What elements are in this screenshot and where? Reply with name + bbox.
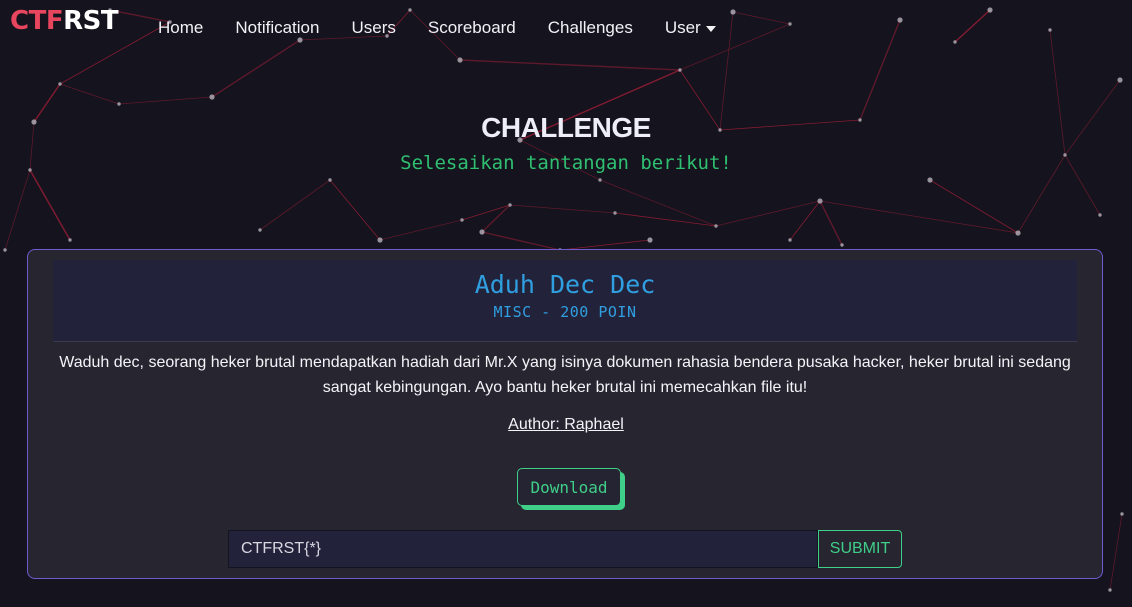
network-node [460, 218, 464, 222]
page-title: CHALLENGE [481, 112, 651, 143]
brand-logo[interactable]: CTFRST [10, 6, 119, 36]
flag-input[interactable] [228, 530, 818, 568]
challenge-card: Aduh Dec Dec MISC - 200 POIN Waduh dec, … [27, 249, 1103, 579]
download-button[interactable]: Download [517, 468, 621, 506]
network-node [457, 57, 463, 63]
caret-down-icon [705, 26, 716, 32]
page-subtitle: Selesaikan tantangan berikut! [400, 152, 732, 174]
challenge-category-points: MISC - 200 POIN [493, 303, 637, 321]
network-node [1015, 230, 1021, 236]
hero: CHALLENGE Selesaikan tantangan berikut! [0, 112, 1132, 174]
network-node [3, 248, 7, 252]
nav-scoreboard[interactable]: Scoreboard [428, 18, 516, 38]
nav-home[interactable]: Home [158, 18, 203, 38]
challenge-description: Waduh dec, seorang heker brutal mendapat… [59, 354, 1071, 396]
network-link [29, 169, 71, 241]
network-link [819, 200, 1019, 234]
network-node [68, 238, 72, 242]
network-node [377, 237, 383, 243]
nav-user-dropdown[interactable]: User [665, 18, 716, 38]
nav-users[interactable]: Users [351, 18, 395, 38]
network-link [59, 83, 120, 105]
nav-challenges[interactable]: Challenges [548, 18, 633, 38]
network-link [459, 59, 681, 71]
network-link [379, 219, 463, 241]
network-node [508, 203, 512, 207]
network-node [1120, 512, 1124, 516]
network-link [929, 179, 1019, 234]
network-node [647, 237, 653, 243]
flag-form: SUBMIT [228, 530, 902, 568]
network-link [1109, 513, 1123, 591]
network-node [714, 224, 718, 228]
network-node [598, 178, 602, 182]
network-node [788, 238, 792, 242]
network-node [1108, 588, 1112, 592]
nav-user-label: User [664, 18, 701, 37]
network-node [117, 102, 121, 106]
challenge-header: Aduh Dec Dec MISC - 200 POIN [53, 260, 1077, 342]
author-link[interactable]: Author: Raphael [508, 416, 624, 433]
challenge-author: Author: Raphael [28, 416, 1104, 434]
network-link [4, 169, 31, 251]
nav-links: Home Notification Users Scoreboard Chall… [158, 18, 748, 38]
submit-button[interactable]: SUBMIT [818, 530, 902, 568]
network-node [817, 198, 823, 204]
network-node [613, 211, 617, 215]
challenge-name: Aduh Dec Dec [474, 270, 656, 299]
network-link [819, 200, 843, 246]
network-link [259, 179, 331, 231]
network-node [479, 229, 485, 235]
network-node [1098, 213, 1102, 217]
network-link [118, 96, 213, 105]
nav-notification[interactable]: Notification [235, 18, 319, 38]
network-node [840, 243, 844, 247]
network-node [58, 82, 62, 86]
network-link [509, 204, 616, 214]
network-link [614, 212, 717, 227]
network-link [715, 200, 821, 227]
network-node [927, 177, 933, 183]
network-node [328, 178, 332, 182]
network-link [599, 179, 717, 227]
navbar: CTFRST Home Notification Users Scoreboar… [0, 0, 1132, 56]
network-node [1117, 77, 1123, 83]
network-link [329, 179, 381, 241]
network-node [258, 228, 262, 232]
network-node [678, 68, 682, 72]
network-link [481, 231, 561, 251]
network-node [209, 94, 215, 100]
